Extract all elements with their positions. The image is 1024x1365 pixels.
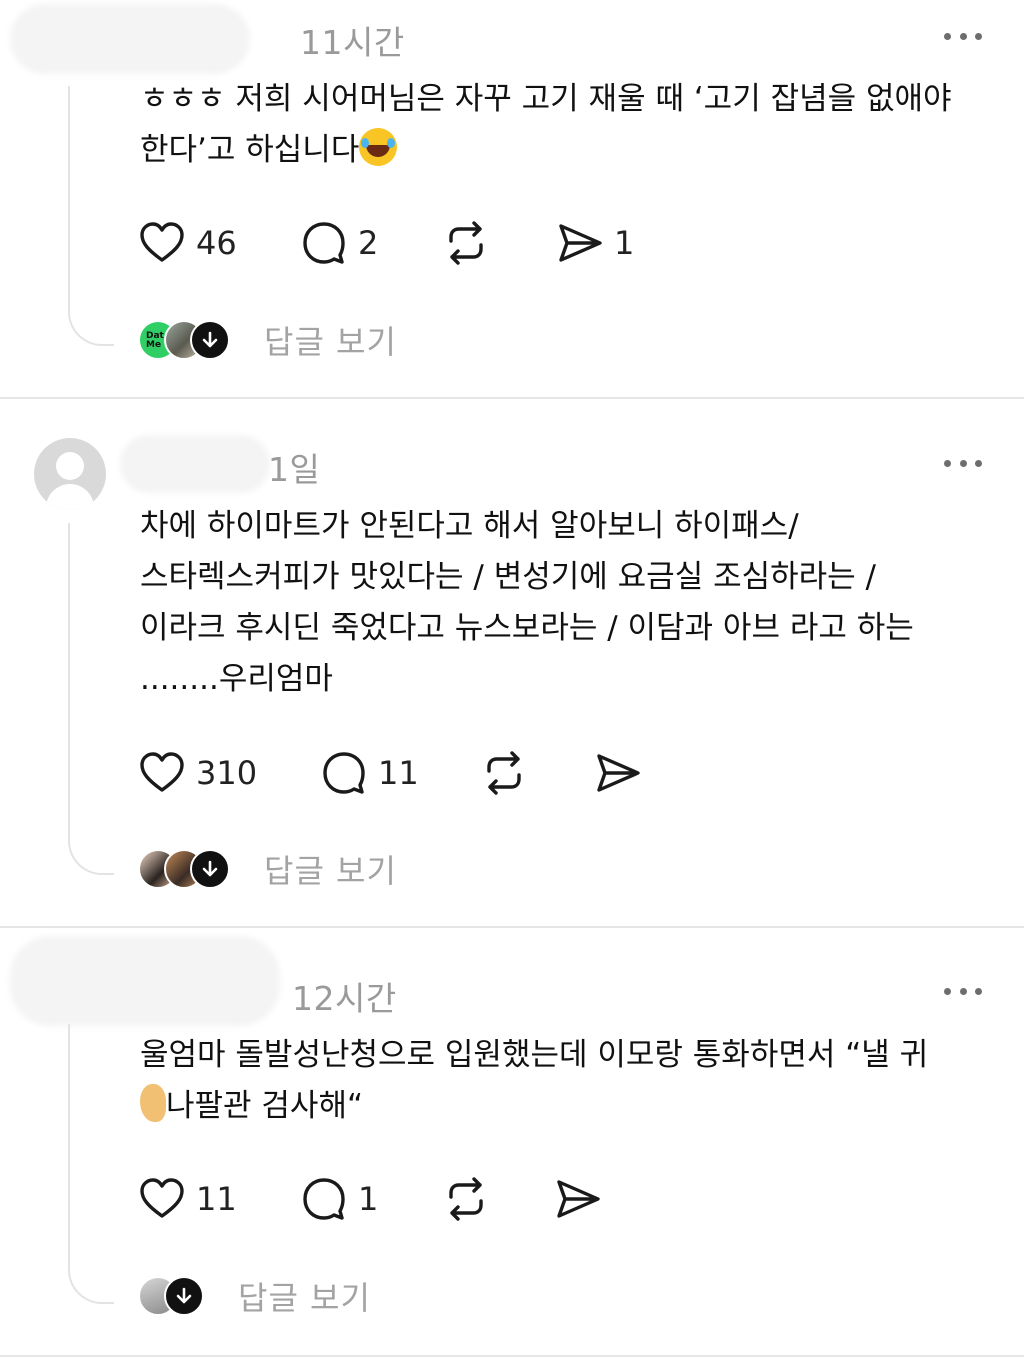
repost-button[interactable] xyxy=(480,748,528,798)
post-1: 11시간 ㅎㅎㅎ 저희 시어머님은 자꾸 고기 재울 때 ‘고기 잡념을 없애야… xyxy=(0,0,1024,398)
action-bar: 46 2 1 xyxy=(138,218,658,268)
share-icon xyxy=(559,224,602,262)
action-bar: 11 1 xyxy=(138,1174,658,1224)
like-button[interactable]: 310 xyxy=(138,748,257,798)
post-time: 12시간 xyxy=(292,979,397,1018)
arrow-down-icon xyxy=(190,320,230,360)
like-count: 11 xyxy=(196,1180,237,1218)
comment-count: 1 xyxy=(358,1180,379,1218)
comment-button[interactable]: 2 xyxy=(300,218,378,268)
heart-icon xyxy=(140,752,184,792)
share-count: 1 xyxy=(614,224,635,262)
view-replies-link[interactable]: 답글 보기 xyxy=(238,1273,371,1319)
comment-count: 11 xyxy=(378,754,419,792)
view-replies-link[interactable]: 답글 보기 xyxy=(264,317,397,363)
thread-line xyxy=(68,86,114,346)
post-text-line-2: 나팔관 검사해“ xyxy=(166,1088,364,1124)
view-replies-link[interactable]: 답글 보기 xyxy=(264,846,397,892)
share-button[interactable] xyxy=(554,1174,602,1224)
redacted-username xyxy=(10,936,280,1026)
post-time: 1일 xyxy=(268,450,321,489)
view-replies[interactable]: 답글 보기 xyxy=(138,1274,371,1318)
redacted-username xyxy=(10,4,250,74)
share-icon xyxy=(597,754,640,792)
like-button[interactable]: 11 xyxy=(138,1174,237,1224)
comment-icon xyxy=(323,752,365,794)
comment-button[interactable]: 1 xyxy=(300,1174,378,1224)
post-text-line-1: 울엄마 돌발성난청으로 입원했는데 이모랑 통화하면서 “낼 귀 xyxy=(140,1037,929,1073)
share-button[interactable] xyxy=(594,748,642,798)
action-bar: 310 11 xyxy=(138,748,658,798)
share-button[interactable]: 1 xyxy=(556,218,634,268)
ear-icon xyxy=(140,1084,166,1122)
post-2: 1일 차에 하이마트가 안된다고 해서 알아보니 하이패스/ 스타렉스커피가 맛… xyxy=(0,399,1024,927)
thread-line xyxy=(68,1024,114,1304)
like-button[interactable]: 46 xyxy=(138,218,237,268)
post-text-content: ㅎㅎㅎ 저희 시어머님은 자꾸 고기 재울 때 ‘고기 잡념을 없애야 한다’고… xyxy=(140,81,952,168)
view-replies[interactable]: Dat Me 답글 보기 xyxy=(138,318,397,362)
like-count: 310 xyxy=(196,754,258,792)
like-count: 46 xyxy=(196,224,237,262)
repost-icon xyxy=(449,1177,483,1221)
more-icon[interactable] xyxy=(944,31,982,41)
comment-icon xyxy=(303,1178,345,1220)
post-3: 12시간 울엄마 돌발성난청으로 입원했는데 이모랑 통화하면서 “낼 귀나팔관… xyxy=(0,928,1024,1365)
more-icon[interactable] xyxy=(944,458,982,468)
post-time: 11시간 xyxy=(300,23,405,62)
more-icon[interactable] xyxy=(944,986,982,996)
post-text: 울엄마 돌발성난청으로 입원했는데 이모랑 통화하면서 “낼 귀나팔관 검사해“ xyxy=(140,1030,1000,1132)
repost-icon xyxy=(449,221,483,265)
arrow-down-icon xyxy=(164,1276,204,1316)
threads-comment-list: 11시간 ㅎㅎㅎ 저희 시어머님은 자꾸 고기 재울 때 ‘고기 잡념을 없애야… xyxy=(0,0,1024,1365)
avatar[interactable] xyxy=(34,438,106,510)
view-replies[interactable]: 답글 보기 xyxy=(138,847,397,891)
arrow-down-icon xyxy=(190,849,230,889)
post-text: 차에 하이마트가 안된다고 해서 알아보니 하이패스/ 스타렉스커피가 맛있다는… xyxy=(140,508,914,697)
divider xyxy=(0,1355,1024,1357)
repost-button[interactable] xyxy=(442,218,490,268)
heart-icon xyxy=(140,1178,184,1218)
repost-icon xyxy=(487,751,521,795)
post-text: ㅎㅎㅎ 저희 시어머님은 자꾸 고기 재울 때 ‘고기 잡념을 없애야 한다’고… xyxy=(140,74,1000,176)
comment-count: 2 xyxy=(358,224,379,262)
heart-icon xyxy=(140,222,184,262)
repost-button[interactable] xyxy=(442,1174,490,1224)
thread-line xyxy=(68,523,114,875)
comment-button[interactable]: 11 xyxy=(320,748,419,798)
redacted-username xyxy=(120,435,270,493)
comment-icon xyxy=(303,222,345,264)
face-with-tears-of-joy-icon xyxy=(359,128,398,166)
share-icon xyxy=(557,1180,600,1218)
